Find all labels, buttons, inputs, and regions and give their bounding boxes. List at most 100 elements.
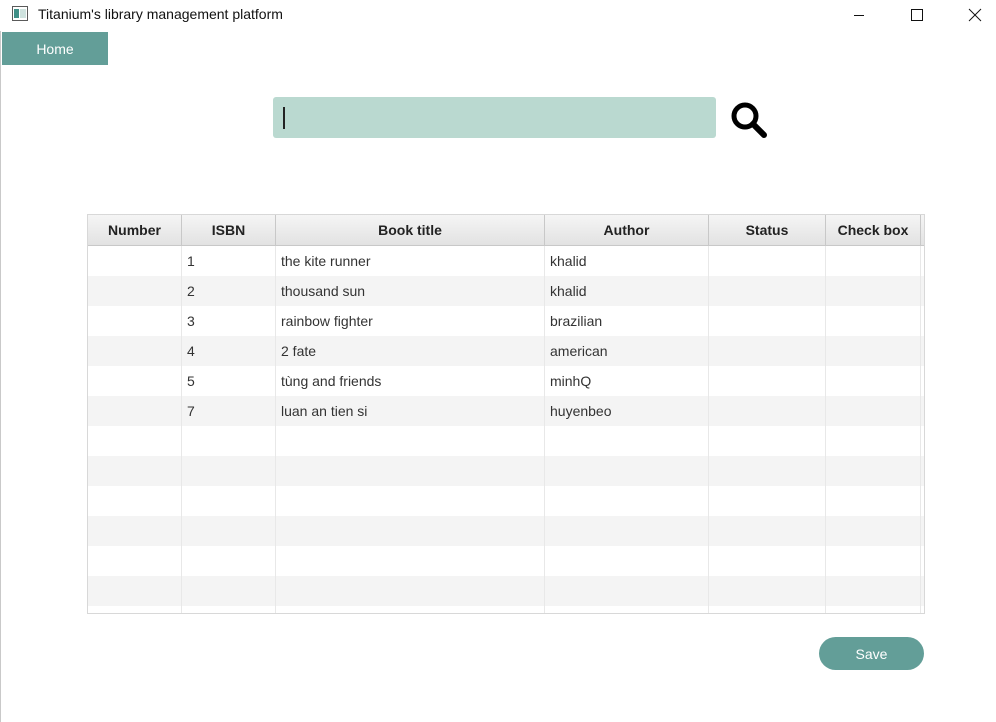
cell-book-title: 2 fate (276, 336, 545, 366)
cell-number (88, 246, 182, 276)
home-button[interactable]: Home (2, 32, 108, 65)
table-row[interactable]: 2 thousand sun khalid (88, 276, 924, 306)
cell-check-box (826, 276, 921, 306)
table-row[interactable] (88, 426, 924, 456)
table-row[interactable]: 7 luan an tien si huyenbeo (88, 396, 924, 426)
cell-book-title: thousand sun (276, 276, 545, 306)
column-header-check-box[interactable]: Check box (826, 215, 921, 245)
column-header-isbn[interactable]: ISBN (182, 215, 276, 245)
cell-isbn (182, 456, 276, 486)
cell-check-box (826, 606, 921, 613)
maximize-button[interactable] (894, 0, 940, 30)
cell-number (88, 276, 182, 306)
cell-isbn: 3 (182, 306, 276, 336)
cell-isbn (182, 516, 276, 546)
cell-book-title: tùng and friends (276, 366, 545, 396)
text-caret (283, 107, 285, 129)
column-header-number[interactable]: Number (88, 215, 182, 245)
cell-check-box (826, 366, 921, 396)
column-header-book-title[interactable]: Book title (276, 215, 545, 245)
cell-author: minhQ (545, 366, 709, 396)
cell-status (709, 246, 826, 276)
cell-number (88, 456, 182, 486)
cell-number (88, 606, 182, 613)
cell-check-box (826, 456, 921, 486)
app-icon (12, 6, 28, 21)
cell-isbn (182, 486, 276, 516)
cell-author (545, 576, 709, 606)
cell-book-title (276, 516, 545, 546)
close-button[interactable] (952, 0, 996, 30)
save-button[interactable]: Save (819, 637, 924, 670)
table-row[interactable]: 42 fate american (88, 336, 924, 366)
window-title: Titanium's library management platform (38, 6, 283, 22)
search-icon[interactable] (730, 101, 768, 139)
cell-check-box (826, 486, 921, 516)
table-row[interactable] (88, 606, 924, 613)
cell-book-title: the kite runner (276, 246, 545, 276)
books-table: Number ISBN Book title Author Status Che… (87, 214, 925, 614)
cell-status (709, 606, 826, 613)
cell-check-box (826, 516, 921, 546)
column-header-author[interactable]: Author (545, 215, 709, 245)
cell-status (709, 306, 826, 336)
cell-check-box (826, 246, 921, 276)
close-icon (968, 8, 982, 22)
cell-author: brazilian (545, 306, 709, 336)
cell-book-title (276, 546, 545, 576)
cell-isbn: 2 (182, 276, 276, 306)
cell-author: huyenbeo (545, 396, 709, 426)
cell-number (88, 366, 182, 396)
cell-book-title: rainbow fighter (276, 306, 545, 336)
table-body: 1 the kite runner khalid 2 thousand sun khali… (88, 246, 924, 613)
table-row[interactable]: 3 rainbow fighter brazilian (88, 306, 924, 336)
cell-status (709, 486, 826, 516)
cell-isbn (182, 606, 276, 613)
app-window: Titanium's library management platform H… (0, 0, 996, 722)
table-row[interactable] (88, 546, 924, 576)
cell-number (88, 486, 182, 516)
cell-isbn (182, 576, 276, 606)
cell-status (709, 546, 826, 576)
cell-author (545, 606, 709, 613)
cell-book-title: luan an tien si (276, 396, 545, 426)
table-row[interactable] (88, 576, 924, 606)
cell-number (88, 336, 182, 366)
cell-isbn (182, 426, 276, 456)
search-input[interactable] (273, 97, 716, 138)
cell-book-title (276, 426, 545, 456)
column-header-status[interactable]: Status (709, 215, 826, 245)
cell-author (545, 486, 709, 516)
table-row[interactable] (88, 516, 924, 546)
cell-status (709, 456, 826, 486)
minimize-icon (854, 15, 864, 16)
cell-status (709, 276, 826, 306)
cell-number (88, 306, 182, 336)
cell-check-box (826, 546, 921, 576)
cell-number (88, 576, 182, 606)
title-bar: Titanium's library management platform (0, 0, 996, 30)
cell-book-title (276, 486, 545, 516)
minimize-button[interactable] (836, 0, 882, 30)
cell-author (545, 516, 709, 546)
cell-number (88, 546, 182, 576)
cell-status (709, 516, 826, 546)
cell-status (709, 576, 826, 606)
table-row[interactable] (88, 456, 924, 486)
cell-isbn: 5 (182, 366, 276, 396)
cell-status (709, 396, 826, 426)
window-border (0, 31, 1, 722)
cell-book-title (276, 456, 545, 486)
cell-check-box (826, 576, 921, 606)
cell-author (545, 426, 709, 456)
cell-check-box (826, 306, 921, 336)
table-row[interactable]: 5 tùng and friends minhQ (88, 366, 924, 396)
table-row[interactable]: 1 the kite runner khalid (88, 246, 924, 276)
cell-check-box (826, 336, 921, 366)
table-row[interactable] (88, 486, 924, 516)
cell-author: american (545, 336, 709, 366)
table-header: Number ISBN Book title Author Status Che… (88, 215, 924, 246)
cell-status (709, 426, 826, 456)
cell-status (709, 336, 826, 366)
cell-isbn: 4 (182, 336, 276, 366)
